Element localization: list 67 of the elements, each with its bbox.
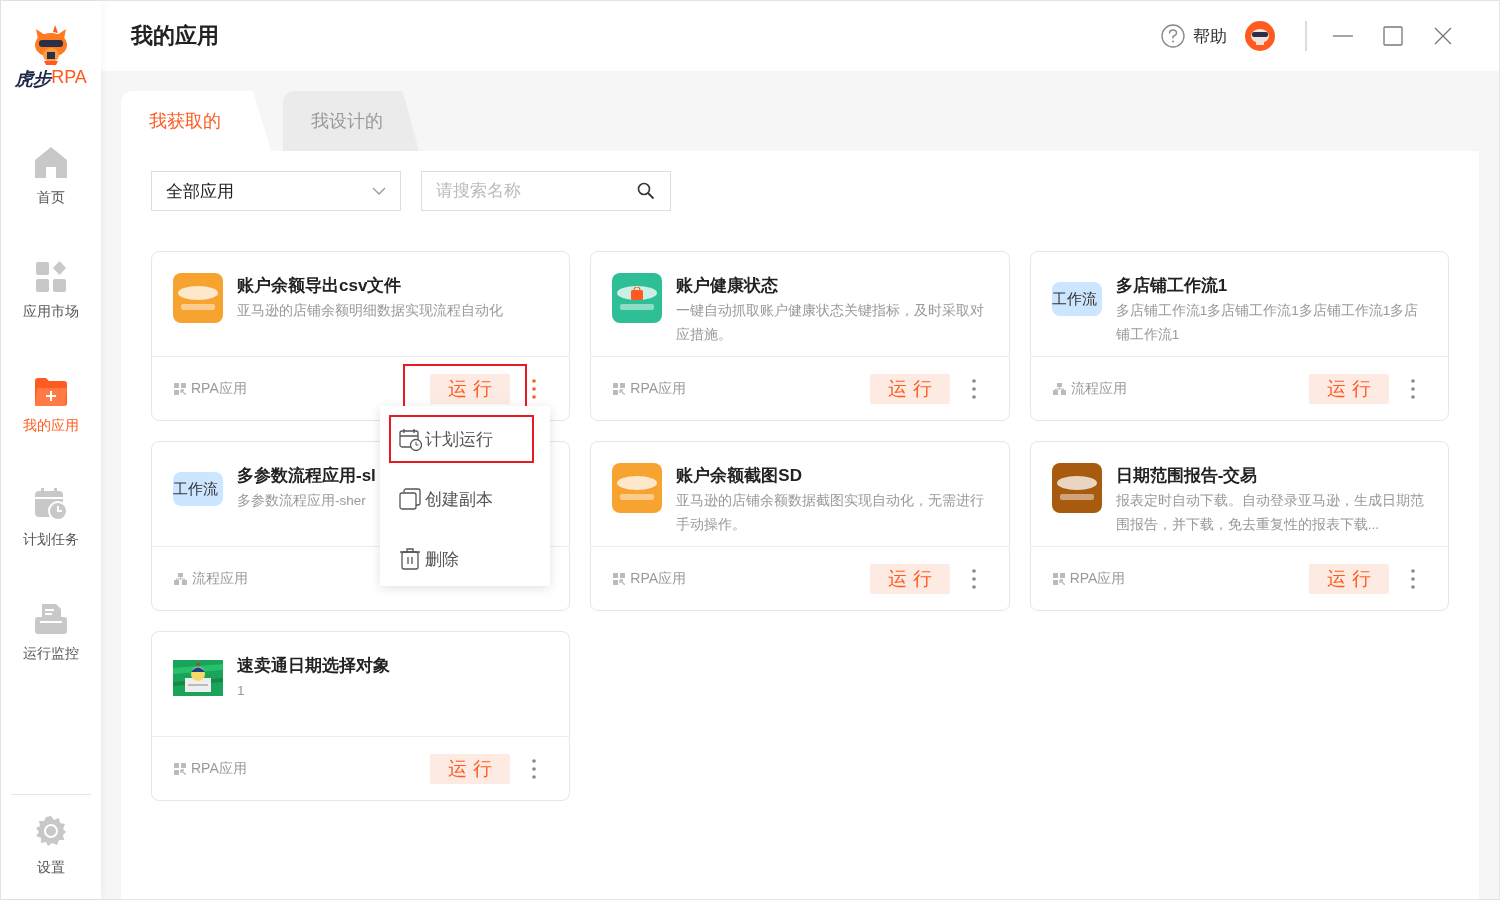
more-icon[interactable] — [971, 568, 976, 589]
category-dropdown[interactable]: 全部应用 — [151, 171, 401, 211]
more-icon[interactable] — [532, 758, 537, 779]
nav-item[interactable]: 计划任务 — [1, 439, 101, 553]
avatar-icon — [1245, 21, 1275, 51]
printer-icon — [34, 603, 68, 635]
more-icon[interactable] — [532, 378, 537, 399]
close-icon[interactable] — [1433, 26, 1453, 46]
app-type-label: RPA应用 — [613, 379, 687, 398]
apps-icon — [174, 762, 186, 775]
tiger-mascot-icon — [33, 25, 69, 65]
card-description: 亚马逊的店铺余额数据截图实现自动化，无需进行手动操作。 — [676, 492, 986, 534]
nav-item[interactable]: 首页 — [1, 97, 101, 211]
card-description: 多参数流程应用-sher — [237, 492, 366, 510]
menu-item[interactable]: 计划运行 — [389, 415, 534, 463]
more-icon[interactable] — [971, 378, 976, 399]
app-type-label: 流程应用 — [174, 569, 248, 588]
card-title: 账户健康状态 — [676, 275, 779, 297]
maximize-icon[interactable] — [1383, 26, 1403, 46]
logo-suffix: RPA — [51, 67, 87, 87]
calendar-clock-icon — [34, 487, 68, 521]
card-title: 多店铺工作流1 — [1115, 275, 1228, 297]
settings-icon — [35, 815, 67, 847]
trash-icon — [399, 547, 422, 571]
more-icon[interactable] — [1411, 378, 1415, 399]
nav-item[interactable]: 应用市场 — [1, 211, 101, 325]
card-title: 账户余额导出csv文件 — [237, 275, 402, 297]
apps-icon — [613, 572, 626, 585]
home-icon — [34, 145, 68, 179]
card-title: 速卖通日期选择对象 — [237, 655, 390, 677]
shopping-bag-icon — [631, 286, 644, 300]
chevron-down-icon — [372, 187, 386, 195]
app-type-label: RPA应用 — [174, 379, 247, 398]
card-title: 日期范围报告-交易 — [1115, 465, 1258, 487]
app-type-label: RPA应用 — [613, 569, 687, 588]
app-type-label: RPA应用 — [174, 759, 247, 778]
menu-item[interactable]: 删除 — [389, 535, 534, 583]
folder-icon — [34, 377, 68, 407]
card-description: 1 — [237, 682, 245, 700]
hierarchy-icon — [174, 572, 187, 585]
page-title: 我的应用 — [131, 22, 219, 50]
search-field[interactable]: 请搜索名称 — [421, 171, 671, 211]
card-description: 报表定时自动下载。自动登录亚马逊，生成日期范围报告，并下载，免去重复性的报表下载... — [1115, 492, 1425, 534]
logo-text: 虎步 — [15, 68, 52, 91]
copy-icon — [399, 487, 422, 511]
more-icon[interactable] — [1411, 568, 1415, 589]
card-description: 一键自动抓取账户健康状态关键指标，及时采取对应措施。 — [676, 302, 986, 344]
nav-item[interactable]: 运行监控 — [1, 553, 101, 667]
apps-icon — [613, 382, 626, 395]
app-type-label: 流程应用 — [1052, 379, 1127, 398]
help-link[interactable]: 帮助 — [1161, 24, 1227, 48]
card-title: 账户余额截图SD — [676, 465, 802, 487]
app-icon: 工作流 — [173, 472, 223, 506]
app-icon: 工作流 — [1051, 282, 1102, 316]
hierarchy-icon — [1052, 382, 1066, 395]
search-icon — [637, 182, 655, 200]
card-description: 亚马逊的店铺余额明细数据实现流程自动化 — [237, 302, 503, 320]
apps-icon — [1052, 572, 1065, 585]
apps-icon — [174, 382, 186, 395]
card-title: 多参数流程应用-sl — [237, 465, 376, 487]
card-description: 多店铺工作流1多店铺工作流1多店铺工作流1多店铺工作流1 — [1115, 302, 1420, 344]
menu-item[interactable]: 创建副本 — [389, 475, 534, 523]
apps-icon — [35, 261, 67, 293]
help-icon — [1161, 24, 1185, 48]
settings-item[interactable]: 设置 — [1, 795, 101, 899]
app-type-label: RPA应用 — [1052, 569, 1126, 588]
calendar-clock-icon — [399, 427, 422, 451]
